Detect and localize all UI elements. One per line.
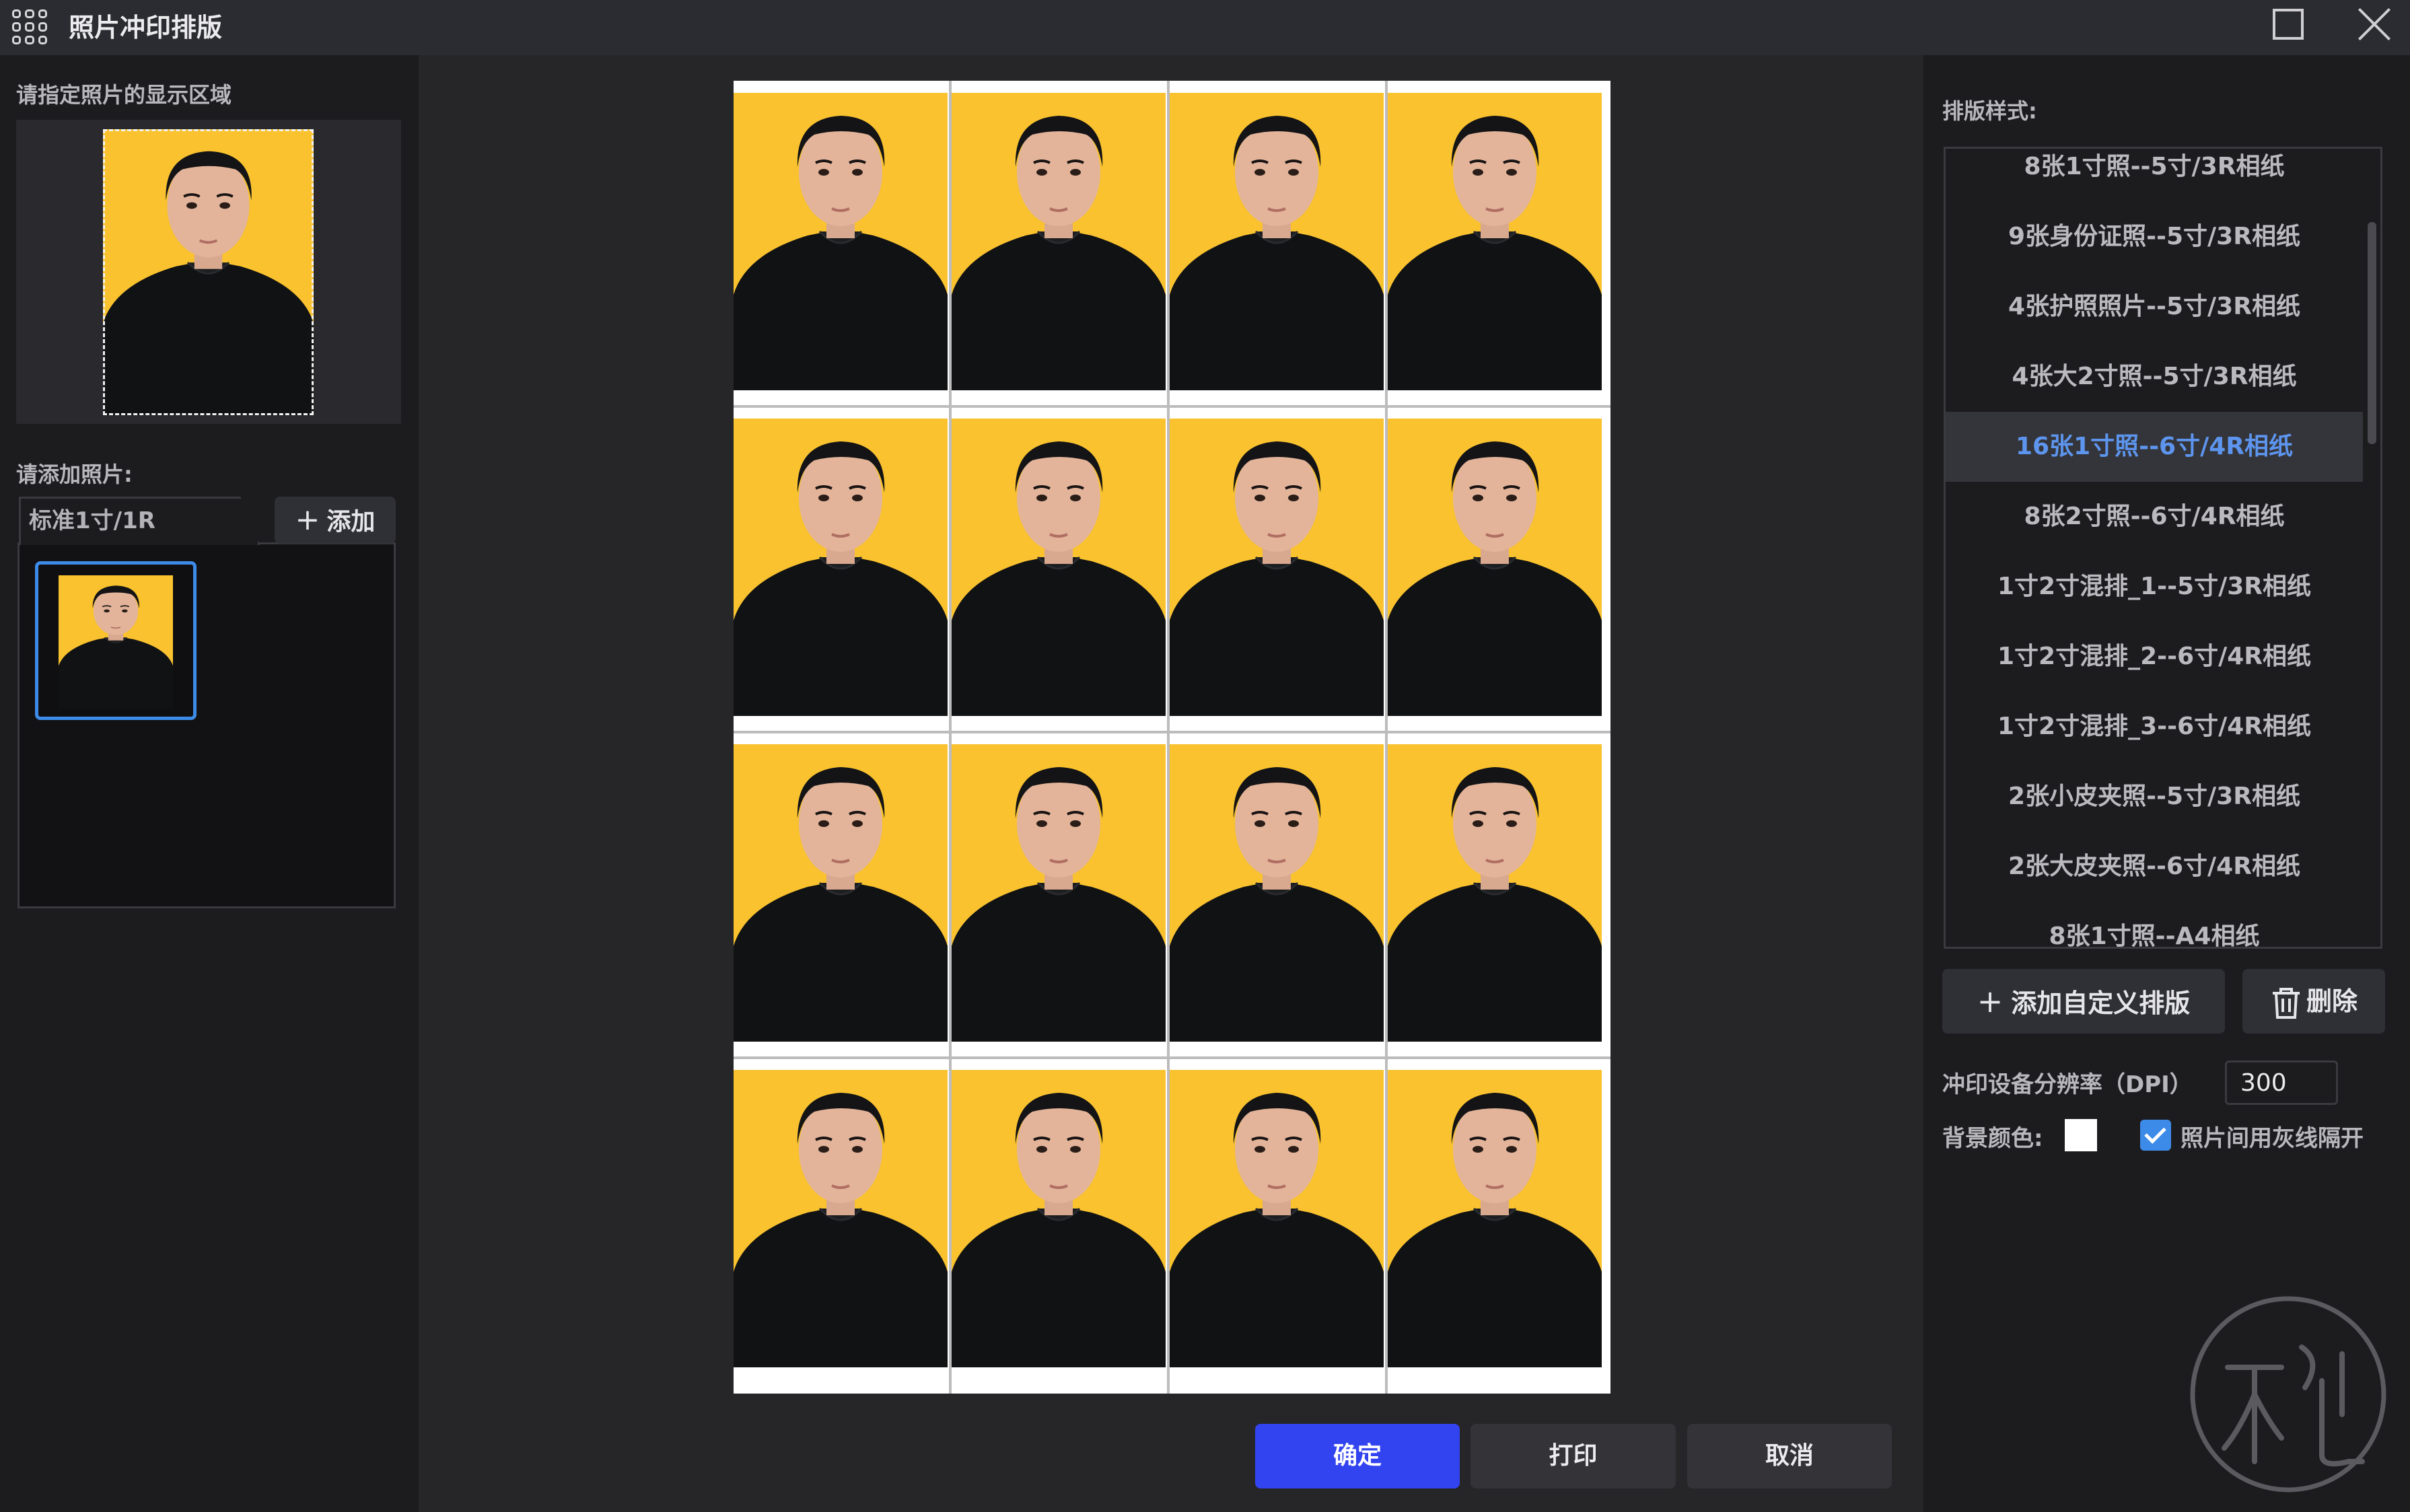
separator-line — [1385, 81, 1388, 1394]
preview-photo — [1388, 93, 1602, 390]
separator-line — [1167, 81, 1170, 1394]
window-title: 照片冲印排版 — [69, 13, 223, 42]
plus-icon: + — [1977, 983, 2004, 1019]
delete-button-label: 删除 — [2306, 986, 2358, 1016]
close-icon[interactable] — [2355, 5, 2393, 43]
dpi-input[interactable] — [2225, 1060, 2338, 1105]
separator-line — [734, 1056, 1610, 1059]
layout-style-list[interactable]: 8张1寸照--5寸/3R相纸 9张身份证照--5寸/3R相纸 4张护照照片--5寸/… — [1944, 147, 2382, 949]
app-grid-icon — [9, 7, 50, 47]
preview-photo — [734, 93, 948, 390]
print-sheet-preview — [734, 81, 1610, 1394]
cancel-button[interactable]: 取消 — [1687, 1424, 1892, 1488]
layout-style-item[interactable]: 1寸2寸混排_2--6寸/4R相纸 — [1946, 622, 2363, 692]
layout-style-item[interactable]: 2张小皮夹照--5寸/3R相纸 — [1946, 762, 2363, 832]
layout-style-item[interactable]: 8张2寸照--6寸/4R相纸 — [1946, 482, 2363, 552]
background-color-label: 背景颜色: — [1942, 1125, 2043, 1152]
layout-style-item[interactable]: 1寸2寸混排_3--6寸/4R相纸 — [1946, 692, 2363, 762]
preview-photo — [952, 744, 1166, 1042]
gray-separator-checkbox[interactable] — [2140, 1120, 2171, 1151]
add-photo-button-label: 添加 — [326, 508, 376, 536]
preview-photo — [1170, 1070, 1384, 1367]
photo-thumbnail[interactable] — [35, 561, 197, 720]
preview-photo — [734, 744, 948, 1042]
preview-photo — [1170, 93, 1384, 390]
preview-photo — [952, 1070, 1166, 1367]
style-list-scrollbar[interactable] — [2368, 222, 2376, 444]
crop-selection-frame[interactable] — [103, 129, 314, 415]
delete-layout-button[interactable]: 删除 — [2242, 969, 2385, 1034]
gray-separator-label: 照片间用灰线隔开 — [2181, 1125, 2364, 1152]
preview-photo — [1170, 744, 1384, 1042]
preview-photo — [1388, 419, 1602, 716]
layout-style-label: 排版样式: — [1942, 98, 2037, 124]
crop-area-label: 请指定照片的显示区域 — [16, 82, 232, 108]
layout-style-item[interactable]: 9张身份证照--5寸/3R相纸 — [1946, 202, 2363, 272]
layout-style-item[interactable]: 4张大2寸照--5寸/3R相纸 — [1946, 342, 2363, 412]
add-photo-button[interactable]: + 添加 — [275, 497, 396, 544]
preview-photo — [1170, 419, 1384, 716]
thumbnail-photo — [59, 575, 173, 709]
add-custom-layout-button[interactable]: + 添加自定义排版 — [1942, 969, 2225, 1034]
dpi-label: 冲印设备分辨率（DPI） — [1942, 1071, 2193, 1098]
layout-style-item[interactable]: 8张1寸照--A4相纸 — [1946, 902, 2363, 947]
add-photo-label: 请添加照片: — [16, 462, 133, 487]
separator-line — [734, 405, 1610, 408]
title-bar — [0, 0, 2410, 55]
tab-standard-1r[interactable]: 标准1寸/1R — [19, 497, 260, 545]
preview-photo — [1388, 1070, 1602, 1367]
preview-photo — [1388, 744, 1602, 1042]
layout-style-item[interactable]: 16张1寸照--6寸/4R相纸 — [1946, 412, 2363, 482]
add-custom-layout-label: 添加自定义排版 — [2011, 988, 2191, 1018]
separator-line — [949, 81, 952, 1394]
confirm-button[interactable]: 确定 — [1255, 1424, 1460, 1488]
plus-icon: + — [295, 503, 320, 537]
maximize-icon[interactable] — [2273, 9, 2304, 40]
preview-photo — [952, 419, 1166, 716]
print-button[interactable]: 打印 — [1470, 1424, 1676, 1488]
watermark-logo — [2190, 1296, 2386, 1492]
layout-style-item[interactable]: 2张大皮夹照--6寸/4R相纸 — [1946, 832, 2363, 902]
preview-photo — [952, 93, 1166, 390]
layout-style-item[interactable]: 8张1寸照--5寸/3R相纸 — [1946, 149, 2363, 202]
separator-line — [734, 731, 1610, 733]
layout-style-item[interactable]: 1寸2寸混排_1--5寸/3R相纸 — [1946, 552, 2363, 622]
layout-style-item[interactable]: 4张护照照片--5寸/3R相纸 — [1946, 272, 2363, 342]
preview-photo — [734, 419, 948, 716]
background-color-swatch[interactable] — [2065, 1119, 2097, 1151]
trash-icon — [2272, 987, 2300, 1019]
preview-photo — [734, 1070, 948, 1367]
